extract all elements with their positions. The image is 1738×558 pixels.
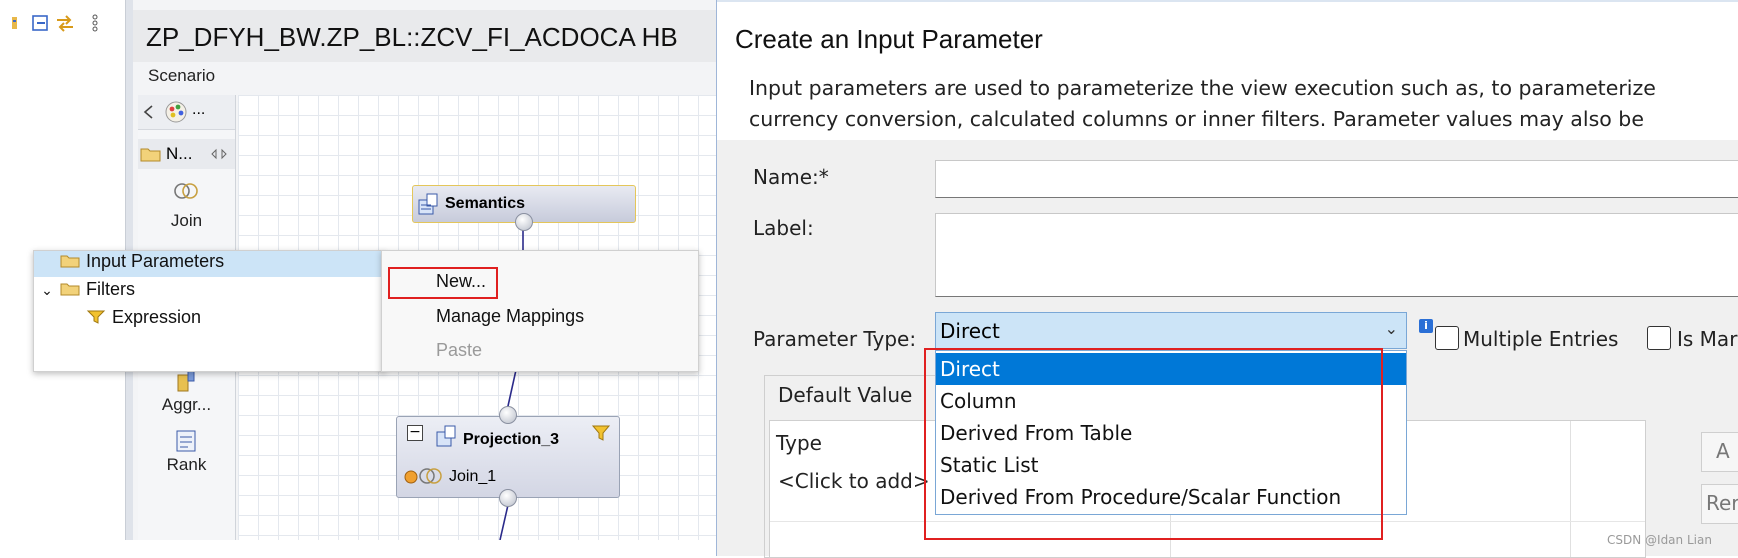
is-mandatory-label: Is Mar xyxy=(1677,327,1738,351)
scenario-label: Scenario xyxy=(148,66,216,85)
create-input-parameter-dialog: Create an Input Parameter Input paramete… xyxy=(716,0,1738,558)
folder-open-icon xyxy=(140,148,161,162)
collapse-icon[interactable] xyxy=(10,12,32,34)
palette-color-icon[interactable] xyxy=(164,100,188,124)
join-icon[interactable] xyxy=(172,179,200,203)
label-input[interactable] xyxy=(935,213,1738,297)
folder-open-icon xyxy=(60,255,80,268)
info-icon[interactable]: i xyxy=(1419,319,1433,333)
tree-item-expression[interactable]: Expression xyxy=(86,307,384,333)
collapse-node-icon[interactable]: − xyxy=(407,425,423,441)
filter-icon xyxy=(86,310,106,324)
modeler-area: ZP_DFYH_BW.ZP_BL::ZCV_FI_ACDOCA HB Scena… xyxy=(0,0,716,556)
projection-bottom-port[interactable] xyxy=(499,489,517,507)
type-column-header: Type xyxy=(776,431,822,455)
red-highlight-box xyxy=(924,348,1383,540)
tree-item-filters[interactable]: ⌄ Filters xyxy=(34,279,384,305)
output-tree-popup: Input Parameters ⌄ Filters Expression xyxy=(33,250,385,372)
semantics-node-label: Semantics xyxy=(445,195,526,212)
projection-top-port[interactable] xyxy=(499,406,517,424)
chevron-down-icon: ⌄ xyxy=(1384,319,1398,338)
dock-icon[interactable] xyxy=(210,148,228,160)
filter-icon xyxy=(591,425,611,441)
editor-title: ZP_DFYH_BW.ZP_BL::ZCV_FI_ACDOCA HB xyxy=(146,22,678,52)
dialog-title: Create an Input Parameter xyxy=(735,24,1043,54)
dialog-top-border xyxy=(717,0,1738,2)
label-label: Label: xyxy=(753,216,814,240)
semantics-icon xyxy=(418,193,438,215)
multiple-entries-label: Multiple Entries xyxy=(1463,327,1619,351)
bottom-strip xyxy=(0,540,716,556)
multiple-entries-checkbox[interactable] xyxy=(1435,326,1459,350)
table-column-divider xyxy=(1570,421,1571,557)
aggregation-icon[interactable] xyxy=(172,369,200,393)
palette-item-join[interactable]: Join xyxy=(138,211,235,231)
palette-more[interactable]: ... xyxy=(192,101,205,119)
projection-node-label: Projection_3 xyxy=(463,431,560,448)
palette-drawer-header[interactable]: N... xyxy=(138,139,235,169)
link-with-editor-icon[interactable] xyxy=(54,12,76,34)
tree-item-label: Expression xyxy=(112,307,202,327)
parameter-type-select[interactable]: Direct ⌄ xyxy=(935,312,1407,349)
chevron-down-icon[interactable]: ⌄ xyxy=(34,282,60,299)
projection-icon xyxy=(436,425,456,447)
name-label: Name:* xyxy=(753,165,829,189)
palette-toolbar: ... xyxy=(138,95,235,130)
tree-item-label: Filters xyxy=(86,279,135,299)
tree-item-input-parameters[interactable]: Input Parameters xyxy=(34,251,384,277)
remove-button[interactable]: Rer xyxy=(1701,484,1738,524)
projection-input-label: Join_1 xyxy=(449,468,497,485)
editor-title-bar: ZP_DFYH_BW.ZP_BL::ZCV_FI_ACDOCA HB xyxy=(133,10,716,62)
scroll-left-icon[interactable] xyxy=(142,104,156,120)
parameter-type-label: Parameter Type: xyxy=(753,327,917,351)
watermark: CSDN @Idan Lian xyxy=(1607,533,1712,547)
menu-item-new[interactable]: New... xyxy=(436,271,486,292)
menu-item-manage-mappings[interactable]: Manage Mappings xyxy=(436,306,584,327)
folder-open-icon xyxy=(60,283,80,296)
parameter-type-value: Direct xyxy=(940,319,1000,343)
join-input-icon xyxy=(404,468,442,484)
tree-item-label: Input Parameters xyxy=(86,251,225,271)
collapse-all-icon[interactable] xyxy=(30,12,52,34)
palette-drawer-label: N... xyxy=(166,144,193,163)
name-input[interactable] xyxy=(935,160,1738,198)
menu-item-paste: Paste xyxy=(436,340,483,360)
rank-icon[interactable] xyxy=(172,429,200,453)
view-menu-icon[interactable] xyxy=(84,12,106,34)
projection-node[interactable]: − Projection_3 Join_1 xyxy=(396,416,620,498)
palette-item-rank[interactable]: Rank xyxy=(138,455,235,475)
click-to-add-cell[interactable]: <Click to add> xyxy=(778,469,930,493)
is-mandatory-checkbox[interactable] xyxy=(1647,326,1671,350)
default-value-label: Default Value xyxy=(775,383,916,407)
palette-item-aggregation[interactable]: Aggr... xyxy=(138,395,235,415)
dialog-description: Input parameters are used to parameteriz… xyxy=(749,76,1656,131)
context-menu: New... Manage Mappings Paste xyxy=(381,250,699,372)
add-button[interactable]: A xyxy=(1701,432,1738,472)
semantics-port[interactable] xyxy=(515,213,533,231)
remove-button-label: Rer xyxy=(1706,491,1738,515)
add-button-label: A xyxy=(1716,439,1730,463)
